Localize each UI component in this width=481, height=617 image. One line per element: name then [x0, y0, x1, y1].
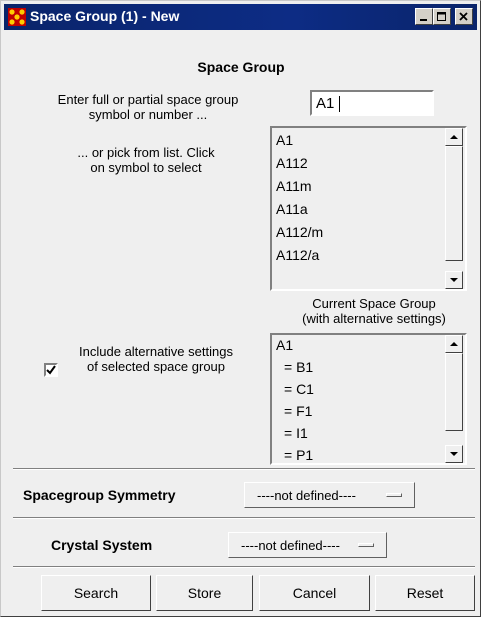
- scroll-down-button[interactable]: [445, 271, 463, 289]
- alternative-settings-checkbox[interactable]: [44, 363, 58, 377]
- current-group-label-line2: (with alternative settings): [302, 311, 446, 326]
- search-prompt-line1: Enter full or partial space group: [57, 92, 239, 107]
- window-title: Space Group (1) - New: [30, 8, 180, 24]
- reset-button[interactable]: Reset: [375, 575, 475, 611]
- arrow-down-icon: [450, 452, 458, 456]
- arrow-up-icon: [450, 342, 458, 346]
- alternative-settings-label-line1: Include alternative settings: [79, 344, 233, 359]
- current-group-list[interactable]: A1 = B1 = C1 = F1 = I1 = P1: [270, 333, 467, 465]
- close-button[interactable]: [455, 8, 473, 25]
- pick-prompt-line1: ... or pick from list. Click: [77, 145, 215, 160]
- arrow-up-icon: [450, 135, 458, 139]
- search-input-value: A1: [316, 95, 335, 112]
- text-cursor: [339, 96, 340, 112]
- current-group-scrollbar[interactable]: [445, 335, 463, 463]
- list-item[interactable]: = B1: [284, 359, 313, 375]
- checkmark-icon: [46, 365, 56, 375]
- maximize-button[interactable]: [433, 8, 451, 25]
- crystal-system-label: Crystal System: [51, 537, 153, 553]
- scroll-down-button[interactable]: [445, 445, 463, 463]
- space-group-scrollbar[interactable]: [445, 128, 463, 289]
- list-item[interactable]: = C1: [284, 381, 314, 397]
- cancel-button[interactable]: Cancel: [259, 575, 370, 611]
- current-group-label-line1: Current Space Group: [312, 296, 436, 311]
- scroll-thumb[interactable]: [445, 146, 463, 261]
- list-item[interactable]: A1: [276, 132, 293, 148]
- pick-prompt-line2: on symbol to select: [90, 160, 202, 175]
- list-item[interactable]: = F1: [284, 403, 312, 419]
- arrow-down-icon: [450, 278, 458, 282]
- dropdown-indicator-icon: [358, 543, 374, 547]
- list-item[interactable]: A11a: [276, 201, 308, 217]
- search-prompt: Enter full or partial space group symbol…: [23, 92, 273, 122]
- store-button[interactable]: Store: [156, 575, 253, 611]
- minimize-icon: [420, 18, 427, 21]
- symmetry-dropdown-value: ----not defined----: [257, 488, 356, 503]
- alternative-settings-label: Include alternative settings of selected…: [61, 344, 251, 374]
- list-item[interactable]: A112: [276, 155, 308, 171]
- search-input[interactable]: A1: [310, 90, 434, 116]
- list-item[interactable]: = P1: [284, 447, 313, 463]
- minimize-button[interactable]: [415, 8, 433, 25]
- dropdown-indicator-icon: [386, 493, 402, 497]
- scroll-thumb[interactable]: [445, 353, 463, 431]
- divider: [13, 566, 475, 568]
- scroll-up-button[interactable]: [445, 335, 463, 353]
- symmetry-dropdown[interactable]: ----not defined----: [244, 482, 415, 508]
- maximize-icon: [437, 11, 446, 21]
- list-item[interactable]: A112/m: [276, 224, 323, 240]
- scroll-up-button[interactable]: [445, 128, 463, 146]
- list-item[interactable]: A11m: [276, 178, 312, 194]
- close-icon: [459, 11, 468, 21]
- divider: [13, 468, 475, 470]
- pick-prompt: ... or pick from list. Click on symbol t…: [46, 145, 246, 175]
- symmetry-label: Spacegroup Symmetry: [23, 487, 176, 503]
- crystal-system-dropdown[interactable]: ----not defined----: [228, 532, 387, 558]
- space-group-list[interactable]: A1 A112 A11m A11a A112/m A112/a: [270, 126, 467, 291]
- crystal-system-dropdown-value: ----not defined----: [241, 538, 340, 553]
- section-title: Space Group: [197, 59, 285, 75]
- list-item[interactable]: A1: [276, 337, 293, 353]
- current-group-label: Current Space Group (with alternative se…: [274, 296, 474, 326]
- window: Space Group (1) - New Space Group Enter …: [0, 0, 481, 617]
- search-prompt-line2: symbol or number ...: [88, 107, 208, 122]
- alternative-settings-label-line2: of selected space group: [86, 359, 226, 374]
- title-bar[interactable]: Space Group (1) - New: [4, 4, 477, 30]
- crystal-icon: [8, 8, 26, 26]
- divider: [13, 517, 475, 519]
- list-item[interactable]: = I1: [284, 425, 308, 441]
- list-item[interactable]: A112/a: [276, 247, 319, 263]
- search-button[interactable]: Search: [41, 575, 151, 611]
